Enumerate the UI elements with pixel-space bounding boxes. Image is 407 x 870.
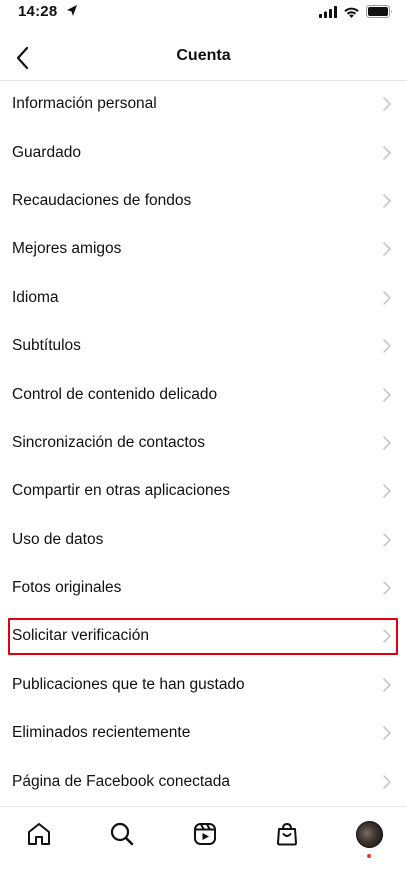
menu-item-captions[interactable]: Subtítulos <box>0 322 407 370</box>
tab-shop[interactable] <box>272 819 302 849</box>
chevron-right-icon <box>383 339 391 353</box>
signal-icon <box>319 5 337 18</box>
location-arrow-icon <box>67 5 77 16</box>
menu-item-label: Subtítulos <box>12 337 81 355</box>
menu-item-contacts-sync[interactable]: Sincronización de contactos <box>0 419 407 467</box>
menu-item-label: Fotos originales <box>12 579 122 597</box>
chevron-right-icon <box>383 290 391 305</box>
menu-item-label: Recaudaciones de fondos <box>12 191 192 209</box>
reels-icon <box>194 823 216 845</box>
chevron-right-icon <box>383 436 391 450</box>
menu-item-label: Página de Facebook conectada <box>12 772 231 790</box>
menu-item-label: Sincronización de contactos <box>12 433 206 451</box>
chevron-right-icon <box>383 678 391 692</box>
chevron-right-icon <box>383 532 391 547</box>
search-icon <box>110 822 134 846</box>
chevron-right-icon <box>383 774 391 789</box>
menu-item-label: Control de contenido delicado <box>12 385 218 403</box>
notification-dot <box>367 854 371 858</box>
menu-item-sensitive-content[interactable]: Control de contenido delicado <box>0 370 407 418</box>
chevron-right-icon <box>383 242 391 257</box>
wifi-icon <box>344 7 359 18</box>
chevron-right-icon <box>383 145 391 160</box>
chevron-right-icon <box>383 194 391 208</box>
chevron-right-icon <box>383 97 391 111</box>
menu-item-label: Mejores amigos <box>12 240 122 258</box>
menu-item-language[interactable]: Idioma <box>0 274 407 322</box>
chevron-right-icon <box>383 581 391 595</box>
home-icon <box>28 823 50 845</box>
tab-home[interactable] <box>24 819 54 849</box>
nav-header: Cuenta <box>0 36 407 80</box>
menu-item-original-photos[interactable]: Fotos originales <box>0 564 407 612</box>
menu-item-close-friends[interactable]: Mejores amigos <box>0 225 407 273</box>
status-indicators <box>319 5 393 18</box>
menu-item-recently-deleted[interactable]: Eliminados recientemente <box>0 709 407 757</box>
menu-item-liked-posts[interactable]: Publicaciones que te han gustado <box>0 661 407 709</box>
menu-item-facebook-page[interactable]: Página de Facebook conectada <box>0 757 407 805</box>
menu-item-request-verification[interactable]: Solicitar verificación <box>0 612 407 660</box>
chevron-right-icon <box>383 629 391 644</box>
tab-profile[interactable] <box>354 819 384 849</box>
tab-search[interactable] <box>107 819 137 849</box>
menu-item-label: Eliminados recientemente <box>12 724 191 742</box>
avatar <box>355 820 383 848</box>
tab-reels[interactable] <box>190 819 220 849</box>
menu-item-data-usage[interactable]: Uso de datos <box>0 516 407 564</box>
menu-item-label: Idioma <box>12 288 59 306</box>
menu-item-label: Uso de datos <box>12 530 104 548</box>
page-title: Cuenta <box>176 47 231 64</box>
bottom-tab-bar <box>0 806 407 870</box>
menu-item-label: Solicitar verificación <box>12 627 149 645</box>
battery-icon <box>366 5 392 18</box>
settings-menu-list: Información personal Guardado Recaudacio… <box>0 80 407 806</box>
menu-item-label: Información personal <box>12 95 157 113</box>
menu-item-saved[interactable]: Guardado <box>0 128 407 176</box>
status-bar: 14:28 <box>0 0 407 28</box>
status-time: 14:28 <box>18 3 58 20</box>
menu-item-label: Compartir en otras aplicaciones <box>12 482 230 500</box>
shop-bag-icon <box>277 822 297 846</box>
chevron-right-icon <box>383 726 391 741</box>
menu-item-label: Guardado <box>12 143 81 161</box>
chevron-right-icon <box>383 484 391 499</box>
menu-item-fundraisers[interactable]: Recaudaciones de fondos <box>0 177 407 225</box>
menu-item-personal-info[interactable]: Información personal <box>0 80 407 128</box>
menu-item-label: Publicaciones que te han gustado <box>12 675 245 693</box>
chevron-right-icon <box>383 387 391 402</box>
menu-item-sharing-other-apps[interactable]: Compartir en otras aplicaciones <box>0 467 407 515</box>
